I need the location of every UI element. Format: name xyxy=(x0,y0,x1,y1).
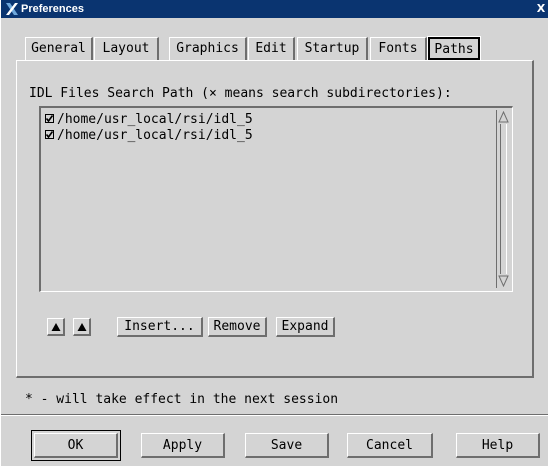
insert-button[interactable]: Insert... xyxy=(117,317,203,337)
path-entry-text: /home/usr_local/rsi/idl_5 xyxy=(57,128,253,143)
scroll-up-arrow-icon[interactable] xyxy=(498,111,509,123)
triangle-up-icon xyxy=(51,323,61,331)
cancel-button[interactable]: Cancel xyxy=(347,433,433,458)
path-entry-text: /home/usr_local/rsi/idl_5 xyxy=(57,112,253,127)
checked-box-icon[interactable] xyxy=(45,114,54,123)
expand-button[interactable]: Expand xyxy=(276,317,335,337)
save-button[interactable]: Save xyxy=(245,433,329,458)
tab-paths[interactable]: Paths xyxy=(427,36,481,61)
window-title: Preferences xyxy=(21,3,84,15)
tab-graphics[interactable]: Graphics xyxy=(169,37,247,60)
tab-general[interactable]: General xyxy=(25,37,93,60)
triangle-up-icon xyxy=(77,323,87,331)
apply-button[interactable]: Apply xyxy=(141,433,225,458)
footer-separator xyxy=(1,414,548,416)
tab-startup[interactable]: Startup xyxy=(297,37,368,60)
remove-button[interactable]: Remove xyxy=(208,317,267,337)
title-bar[interactable]: Preferences X xyxy=(1,0,548,18)
ok-button[interactable]: OK xyxy=(31,430,121,461)
list-item[interactable]: /home/usr_local/rsi/idl_5 xyxy=(45,128,253,144)
search-path-list-content: /home/usr_local/rsi/idl_5 /home/usr_loca… xyxy=(43,110,495,288)
vertical-scrollbar[interactable] xyxy=(496,110,510,288)
x-logo-icon xyxy=(6,3,18,15)
tab-layout[interactable]: Layout xyxy=(94,37,159,60)
move-down-button[interactable] xyxy=(73,318,91,336)
close-window-button[interactable]: X xyxy=(535,2,547,15)
scroll-down-arrow-icon[interactable] xyxy=(498,275,509,287)
search-path-list[interactable]: /home/usr_local/rsi/idl_5 /home/usr_loca… xyxy=(39,106,513,292)
help-button[interactable]: Help xyxy=(456,433,540,458)
move-up-button[interactable] xyxy=(47,318,65,336)
list-item[interactable]: /home/usr_local/rsi/idl_5 xyxy=(45,112,253,128)
checked-box-icon[interactable] xyxy=(45,130,54,139)
scrollbar-track[interactable] xyxy=(500,124,507,274)
tab-edit[interactable]: Edit xyxy=(248,37,295,60)
tab-fonts[interactable]: Fonts xyxy=(370,37,427,60)
search-path-label: IDL Files Search Path (× means search su… xyxy=(29,86,452,101)
preferences-window: Preferences X General Layout Graphics Ed… xyxy=(0,0,548,466)
session-note: * - will take effect in the next session xyxy=(25,392,339,407)
